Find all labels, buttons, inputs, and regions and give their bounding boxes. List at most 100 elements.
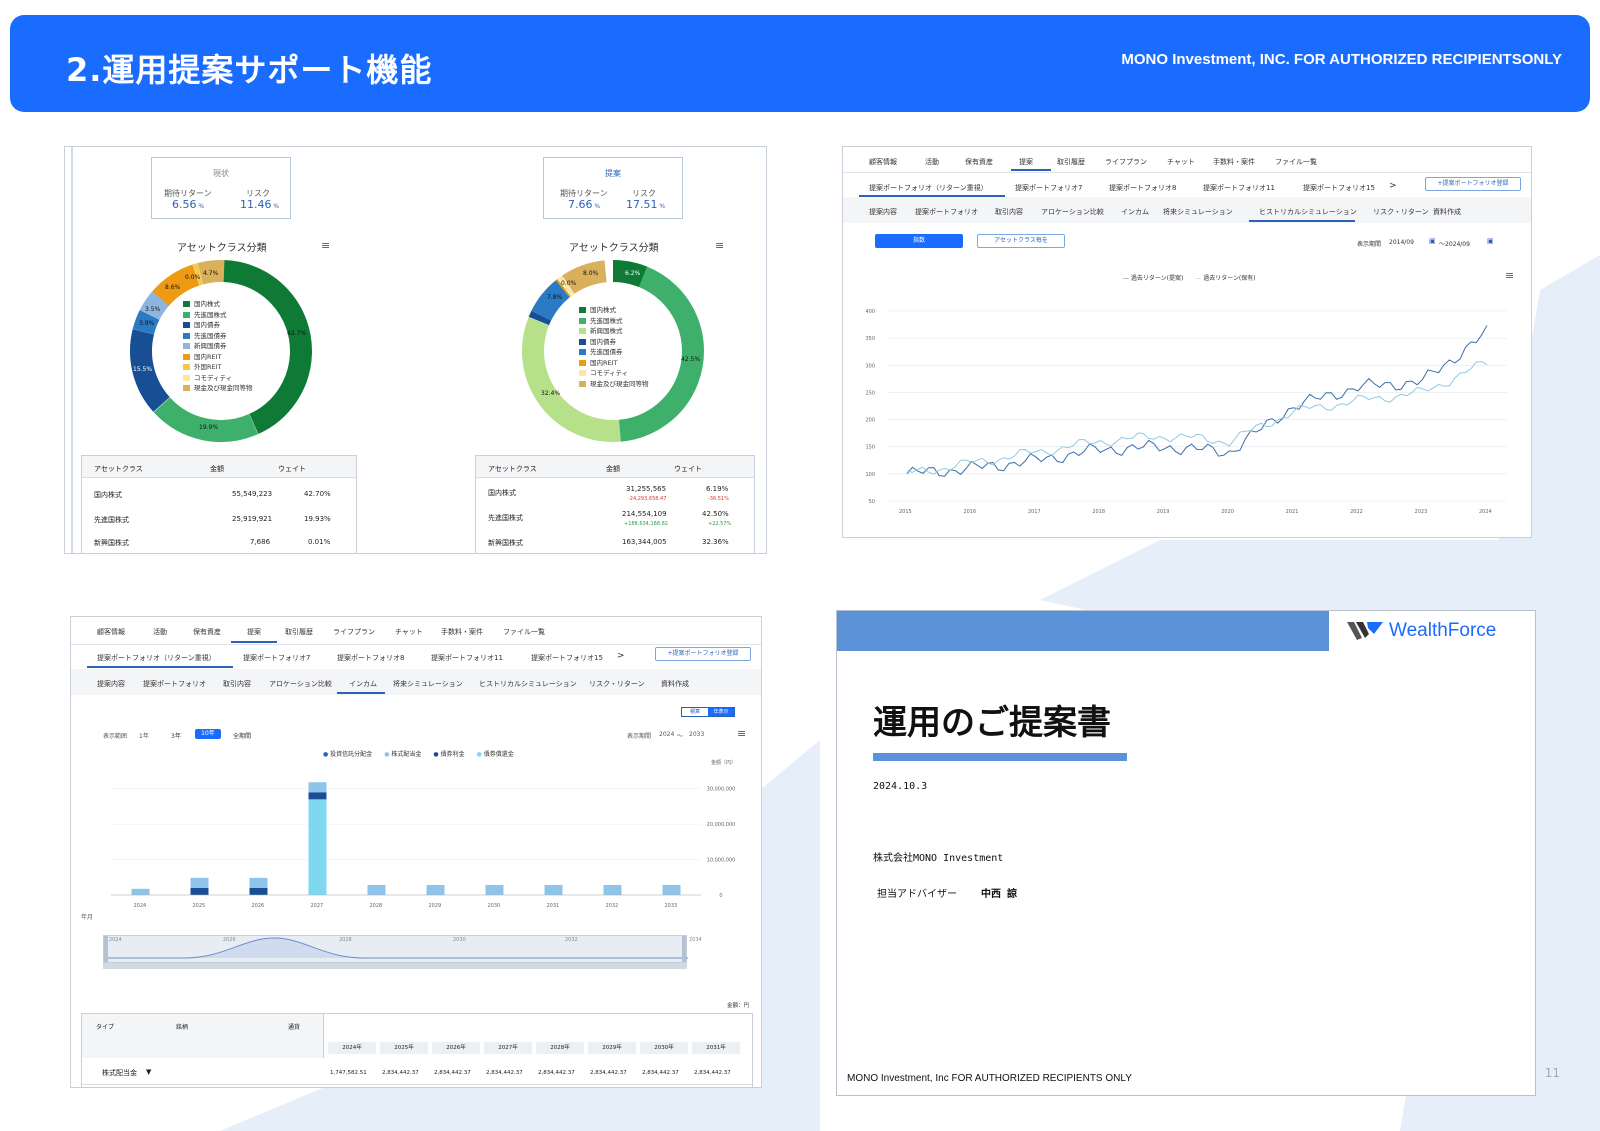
slider-label: 2024 [109,937,122,943]
subtab[interactable]: アロケーション比較 [269,679,332,689]
portfolio-tab[interactable]: 提案ポートフォリオ7 [1015,183,1082,193]
tab-activity[interactable]: 活動 [153,627,167,637]
slice-label: 42.7% [287,330,306,337]
tab-lifeplan[interactable]: ライフプラン [333,627,375,637]
subtab[interactable]: 将来シミュレーション [1163,207,1233,217]
bar [426,884,445,895]
table-cell: 7,686 [250,538,271,546]
subtab[interactable]: 資料作成 [1433,207,1461,217]
slice-label: 7.8% [547,294,563,301]
subtab[interactable]: 提案内容 [97,679,125,689]
table-cell: 先進国株式 [488,514,523,522]
year-header: 2030年 [640,1042,688,1054]
subtab[interactable]: 取引内容 [995,207,1023,217]
x-tick-label: 2024 [1479,509,1492,515]
tab-holdings[interactable]: 保有資産 [193,627,221,637]
portfolio-tab[interactable]: 提案ポートフォリオ8 [1109,183,1176,193]
y-unit: 金額（円） [711,760,737,766]
table-cell: 0.01% [308,538,331,546]
tab-lifeplan[interactable]: ライフプラン [1105,157,1147,167]
tab-history[interactable]: 取引履歴 [285,627,313,637]
portfolio-tab[interactable]: 提案ポートフォリオ（リターン重視） [97,653,216,663]
tab-customer[interactable]: 顧客情報 [869,157,897,167]
portfolio-tab[interactable]: 提案ポートフォリオ8 [337,653,404,663]
scrollbar[interactable] [103,963,687,969]
allocation-table-current: アセットクラス 金額 ウェイト 国内株式 55,549,223 42.70% 先… [81,455,357,553]
page-title: 2.運用提案サポート機能 [66,51,433,89]
historical-line-chart: 50 100 150 200 250 300 350 400 2015 2016 2017 2018 2… [865,309,1507,515]
tab-chat[interactable]: チャット [1167,157,1195,167]
period-from[interactable]: 2014/09 [1389,239,1414,246]
menu-icon[interactable]: ≡ [321,239,330,252]
range-10y[interactable]: 10年 [195,729,221,739]
register-portfolio-button[interactable]: +提案ポートフォリオ登録 [1425,177,1521,191]
table-header: ウェイト [674,465,702,473]
subtab[interactable]: 取引内容 [223,679,251,689]
subtab[interactable]: ヒストリカルシミュレーション [1259,207,1357,217]
tab-fees[interactable]: 手数料・案件 [1213,157,1255,167]
table-cell: 163,344,005 [622,538,667,546]
portfolio-tab[interactable]: 提案ポートフォリオ（リターン重視） [869,183,988,193]
income-panel: 顧客情報 活動 保有資産 提案 取引履歴 ライフプラン チャット 手数料・案件 … [70,616,762,1088]
slider-label: 2034 [689,937,702,943]
caret-down-icon[interactable]: ▼ [146,1068,151,1076]
portfolio-tab[interactable]: 提案ポートフォリオ15 [531,653,603,663]
bar [308,782,327,793]
bar [367,884,386,895]
bar [308,792,327,800]
kpi-title: 現状 [213,169,229,178]
table-cell: 新興国株式 [488,539,523,547]
portfolio-tab[interactable]: 提案ポートフォリオ11 [1203,183,1275,193]
portfolio-tab[interactable]: 提案ポートフォリオ15 [1303,183,1375,193]
calendar-icon[interactable]: ▣ [1429,237,1436,245]
range-3y[interactable]: 3年 [171,731,181,740]
period-to[interactable]: 〜2024/09 [1439,239,1470,248]
subtab[interactable]: リスク・リターン [1373,207,1429,217]
table-cell: 1,747,582.51 [330,1070,367,1076]
y-tick-label: 250 [865,390,875,396]
tab-customer[interactable]: 顧客情報 [97,627,125,637]
range-slider[interactable] [103,935,688,963]
menu-icon[interactable]: ≡ [1505,269,1514,282]
calendar-icon[interactable]: ▣ [1487,237,1494,245]
x-tick-label: 2026 [252,903,265,909]
tab-proposal[interactable]: 提案 [1019,157,1033,167]
tab-holdings[interactable]: 保有資産 [965,157,993,167]
table-cell: 25,919,921 [232,515,273,523]
subtab[interactable]: 提案ポートフォリオ [915,207,978,217]
subtab[interactable]: 提案ポートフォリオ [143,679,206,689]
subtab[interactable]: インカム [1121,207,1149,217]
portfolio-tab[interactable]: 提案ポートフォリオ11 [431,653,503,663]
view-toggle[interactable]: 積算 年表示 [681,707,735,717]
tab-chat[interactable]: チャット [395,627,423,637]
chevron-right-icon[interactable]: > [617,651,625,661]
register-portfolio-button[interactable]: +提案ポートフォリオ登録 [655,647,751,661]
index-button[interactable]: 指数 [875,234,963,248]
tab-files[interactable]: ファイル一覧 [1275,157,1317,167]
subtab[interactable]: インカム [349,679,377,689]
tab-history[interactable]: 取引履歴 [1057,157,1085,167]
tab-fees[interactable]: 手数料・案件 [441,627,483,637]
table-cell-diff: +188,634,188.82 [624,521,668,527]
subtab[interactable]: アロケーション比較 [1041,207,1104,217]
subtab[interactable]: 提案内容 [869,207,897,217]
x-tick-label: 2028 [370,903,383,909]
range-all[interactable]: 全期間 [233,731,251,740]
subtab[interactable]: 資料作成 [661,679,689,689]
document-title: 運用のご提案書 [873,703,1111,743]
subtab[interactable]: ヒストリカルシミュレーション [479,679,577,689]
menu-icon[interactable]: ≡ [737,727,746,740]
tab-proposal[interactable]: 提案 [247,627,261,637]
range-1y[interactable]: 1年 [139,731,149,740]
asset-class-button[interactable]: アセットクラス毎を [977,234,1065,248]
portfolio-tab[interactable]: 提案ポートフォリオ7 [243,653,310,663]
confidential-note: MONO Investment, INC. FOR AUTHORIZED REC… [1121,51,1562,68]
subtab[interactable]: リスク・リターン [589,679,645,689]
subtab[interactable]: 将来シミュレーション [393,679,463,689]
menu-icon[interactable]: ≡ [715,239,724,252]
slider-label: 2030 [453,937,466,943]
tab-activity[interactable]: 活動 [925,157,939,167]
chevron-right-icon[interactable]: > [1389,181,1397,191]
tab-files[interactable]: ファイル一覧 [503,627,545,637]
year-header: 2028年 [536,1042,584,1054]
